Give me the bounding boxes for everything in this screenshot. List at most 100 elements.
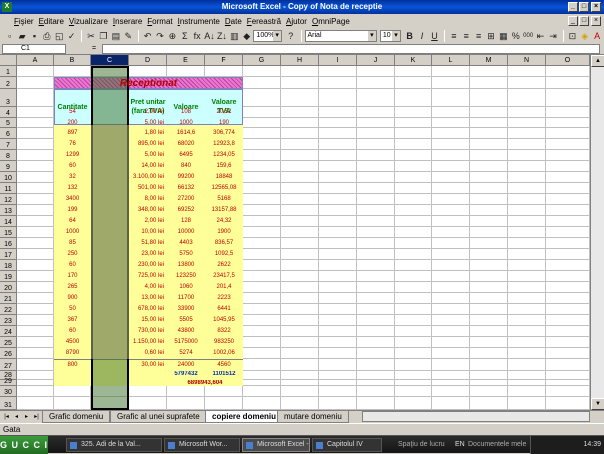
table-cell[interactable]: 10000 <box>167 227 205 238</box>
sort-ascending-icon[interactable]: A↓ <box>204 30 215 42</box>
table-cell[interactable]: 69252 <box>167 205 205 216</box>
table-cell[interactable]: 6495 <box>167 150 205 161</box>
table-cell[interactable]: 4,00 lei <box>129 282 167 293</box>
table-cell[interactable]: 54 <box>54 107 91 118</box>
table-cell[interactable]: 51,80 lei <box>129 238 167 249</box>
table-cell[interactable]: 5168 <box>205 194 243 205</box>
task-button-4[interactable]: Capitolul IV <box>312 438 382 452</box>
last-sheet-icon[interactable]: ▸| <box>32 412 41 422</box>
table-cell[interactable]: 4500 <box>54 337 91 348</box>
table-cell[interactable]: 5,00 lei <box>129 150 167 161</box>
row-header[interactable]: 31 <box>0 397 17 410</box>
table-cell[interactable]: 265 <box>54 282 91 293</box>
table-cell[interactable]: 123250 <box>167 271 205 282</box>
table-cell[interactable]: 15,00 lei <box>129 315 167 326</box>
table-cell[interactable]: 33900 <box>167 304 205 315</box>
table-cell[interactable]: 1900 <box>205 227 243 238</box>
table-cell[interactable]: 1234,05 <box>205 150 243 161</box>
table-cell[interactable]: 85 <box>54 238 91 249</box>
thousands-button[interactable]: 000 <box>522 30 533 42</box>
row-header[interactable]: 5 <box>0 118 17 128</box>
table-cell[interactable]: 836,57 <box>205 238 243 249</box>
row-header[interactable]: 19 <box>0 271 17 282</box>
menu-format[interactable]: Format <box>147 17 172 26</box>
row-header[interactable]: 3 <box>0 89 17 107</box>
table-cell[interactable]: 983250 <box>205 337 243 348</box>
font-size-select[interactable]: 10 <box>379 30 401 42</box>
scroll-up-icon[interactable]: ▲ <box>591 55 604 67</box>
row-header[interactable]: 27 <box>0 359 17 371</box>
table-cell[interactable]: 60 <box>54 260 91 271</box>
align-center-icon[interactable]: ≡ <box>461 30 472 42</box>
row-header[interactable]: 13 <box>0 205 17 216</box>
align-right-icon[interactable]: ≡ <box>473 30 484 42</box>
doc-close-button[interactable]: × <box>591 16 601 26</box>
table-cell[interactable]: 23417,5 <box>205 271 243 282</box>
minimize-button[interactable]: _ <box>568 2 578 12</box>
row-header[interactable]: 11 <box>0 183 17 194</box>
table-cell[interactable]: 11700 <box>167 293 205 304</box>
table-cell[interactable]: 1,80 lei <box>129 128 167 139</box>
table-cell[interactable]: 68020 <box>167 139 205 150</box>
table-cell[interactable]: 0,60 lei <box>129 348 167 359</box>
table-cell[interactable]: 250 <box>54 249 91 260</box>
table-cell[interactable]: 6441 <box>205 304 243 315</box>
excel-app-icon[interactable]: X <box>2 2 12 12</box>
table-cell[interactable]: 1002,06 <box>205 348 243 359</box>
tray-workspace[interactable]: Spaţiu de lucru <box>398 436 445 454</box>
table-cell[interactable]: 64 <box>54 216 91 227</box>
table-cell[interactable]: 60 <box>54 326 91 337</box>
redo-icon[interactable]: ↷ <box>154 30 165 42</box>
save-icon[interactable]: ▪ <box>29 30 40 42</box>
row-header[interactable]: 15 <box>0 227 17 238</box>
grand-total[interactable]: 6898943,604 <box>167 380 243 386</box>
table-cell[interactable]: 24,32 <box>205 216 243 227</box>
table-cell[interactable]: 43800 <box>167 326 205 337</box>
table-cell[interactable]: 32 <box>54 172 91 183</box>
decrease-decimal-icon[interactable]: ⇤ <box>535 30 546 42</box>
italic-button[interactable]: I <box>416 30 427 42</box>
menu-file[interactable]: Fişier <box>14 17 34 26</box>
row-header[interactable]: 17 <box>0 249 17 260</box>
table-cell[interactable]: 8322 <box>205 326 243 337</box>
table-cell[interactable]: 18848 <box>205 172 243 183</box>
table-cell[interactable]: 201,4 <box>205 282 243 293</box>
table-cell[interactable]: 2223 <box>205 293 243 304</box>
horizontal-scrollbar[interactable] <box>362 411 590 422</box>
table-cell[interactable]: 66132 <box>167 183 205 194</box>
row-header[interactable]: 26 <box>0 348 17 359</box>
table-cell[interactable]: 348,00 lei <box>129 205 167 216</box>
table-cell[interactable]: 12923,8 <box>205 139 243 150</box>
table-cell[interactable]: 60 <box>54 161 91 172</box>
table-cell[interactable]: 8790 <box>54 348 91 359</box>
table-cell[interactable]: 13,00 lei <box>129 293 167 304</box>
scroll-down-icon[interactable]: ▼ <box>591 398 604 410</box>
table-cell[interactable]: 1060 <box>167 282 205 293</box>
menu-window[interactable]: Fereastră <box>247 17 281 26</box>
doc-minimize-button[interactable]: _ <box>568 16 578 26</box>
table-cell[interactable]: 132 <box>54 183 91 194</box>
table-cell[interactable]: 76 <box>54 139 91 150</box>
spelling-icon[interactable]: ✓ <box>66 30 77 42</box>
row-header[interactable]: 10 <box>0 172 17 183</box>
table-cell[interactable]: 1092,5 <box>205 249 243 260</box>
indent-icon[interactable]: ⇥ <box>547 30 558 42</box>
table-cell[interactable]: 10,00 lei <box>129 227 167 238</box>
row-header[interactable]: 6 <box>0 128 17 139</box>
table-cell[interactable]: 1045,95 <box>205 315 243 326</box>
drawing-icon[interactable]: ◆ <box>241 30 252 42</box>
row-header[interactable]: 1 <box>0 66 17 77</box>
column-header[interactable]: M <box>470 55 508 66</box>
font-color-icon[interactable]: A <box>591 30 602 42</box>
menu-data[interactable]: Date <box>225 17 242 26</box>
help-icon[interactable]: ? <box>285 30 296 42</box>
table-cell[interactable]: 5,00 lei <box>129 118 167 128</box>
autosum-icon[interactable]: Σ <box>179 30 190 42</box>
column-header[interactable]: L <box>432 55 470 66</box>
underline-button[interactable]: U <box>429 30 440 42</box>
menu-help[interactable]: Ajutor <box>286 17 307 26</box>
table-cell[interactable]: 199 <box>54 205 91 216</box>
table-cell[interactable]: 1299 <box>54 150 91 161</box>
column-header[interactable]: N <box>508 55 546 66</box>
table-cell[interactable]: 1614,6 <box>167 128 205 139</box>
